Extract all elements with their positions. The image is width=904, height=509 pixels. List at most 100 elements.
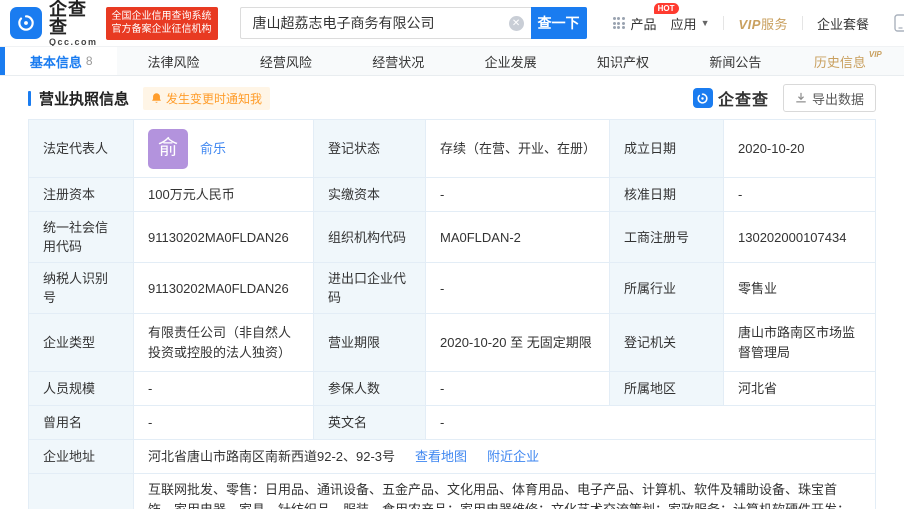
field-label-business-registration-number: 工商注册号 — [610, 212, 724, 263]
section-accent-bar — [28, 90, 31, 106]
business-scope-text: 互联网批发、零售：日用品、通讯设备、五金产品、文化用品、体育用品、电子产品、计算… — [148, 482, 850, 509]
field-label-registered-capital: 注册资本 — [29, 178, 134, 212]
section-title: 营业执照信息 — [39, 90, 130, 108]
tab-history-info[interactable]: 历史信息 VIP — [792, 47, 904, 75]
field-label-business-term: 营业期限 — [314, 314, 426, 372]
nav-vip-suffix: 服务 — [760, 16, 788, 32]
field-value-taxpayer-id: 91130202MA0FLDAN26 — [134, 263, 314, 314]
field-label-establishment-date: 成立日期 — [610, 120, 724, 178]
field-label-organization-code: 组织机构代码 — [314, 212, 426, 263]
field-value-unified-social-credit-code: 91130202MA0FLDAN26 — [134, 212, 314, 263]
change-notify-button[interactable]: 发生变更时通知我 — [143, 86, 271, 110]
nav-package-label: 企业套餐 — [816, 16, 869, 32]
search-input[interactable] — [239, 7, 531, 39]
clear-search-icon[interactable]: ✕ — [508, 15, 524, 31]
chevron-down-icon: ▼ — [700, 18, 710, 28]
tab-operation-risk[interactable]: 经营风险 — [230, 47, 342, 75]
field-value-establishment-date: 2020-10-20 — [724, 120, 876, 178]
download-icon — [796, 92, 806, 103]
tab-company-development[interactable]: 企业发展 — [455, 47, 567, 75]
field-value-english-name: - — [426, 406, 876, 440]
tab-operation-status[interactable]: 经营状况 — [342, 47, 454, 75]
field-label-unified-social-credit-code: 统一社会信用代码 — [29, 212, 134, 263]
company-address-text: 河北省唐山市路南区南新西道92-2、92-3号 — [148, 449, 396, 464]
nearby-companies-link[interactable]: 附近企业 — [487, 447, 539, 466]
nav-vip-label: VIP — [738, 16, 761, 32]
field-value-import-export-code: - — [426, 263, 610, 314]
tab-basic-info[interactable]: 基本信息 8 — [5, 47, 118, 75]
field-value-former-name: - — [134, 406, 314, 440]
brand-name: 企查查 — [49, 0, 87, 37]
legal-rep-avatar[interactable]: 俞 — [148, 128, 188, 169]
field-label-approval-date: 核准日期 — [610, 178, 724, 212]
qcc-watermark-icon — [692, 88, 713, 108]
field-value-registration-authority: 唐山市路南区市场监督管理局 — [724, 314, 876, 372]
qcc-watermark: 企查查 — [692, 86, 769, 110]
field-label-insured-persons: 参保人数 — [314, 372, 426, 406]
field-value-legal-representative: 俞 俞乐 — [134, 120, 314, 178]
field-value-approval-date: - — [724, 178, 876, 212]
field-value-insured-persons: - — [426, 372, 610, 406]
field-value-business-registration-number: 130202000107434 — [724, 212, 876, 263]
divider — [801, 16, 803, 30]
legal-rep-name-link[interactable]: 俞乐 — [200, 139, 226, 158]
field-value-company-type: 有限责任公司（非自然人投资或控股的法人独资） — [134, 314, 314, 372]
qcc-logo-text: 企查查 Qcc.com — [49, 0, 98, 47]
mobile-phone-icon[interactable] — [893, 14, 904, 32]
field-label-industry: 所属行业 — [610, 263, 724, 314]
apps-grid-icon — [612, 17, 625, 29]
company-search: ✕ 查一下 — [239, 7, 587, 39]
field-value-registered-capital: 100万元人民币 — [134, 178, 314, 212]
field-label-english-name: 英文名 — [314, 406, 426, 440]
vip-superscript: VIP — [868, 50, 882, 59]
nav-apps-label: 应用 — [670, 16, 697, 32]
export-data-button[interactable]: 导出数据 — [782, 84, 876, 112]
field-label-paid-in-capital: 实缴资本 — [314, 178, 426, 212]
field-label-registration-status: 登记状态 — [314, 120, 426, 178]
field-label-staff-size: 人员规模 — [29, 372, 134, 406]
tab-legal-risk[interactable]: 法律风险 — [117, 47, 229, 75]
view-map-link[interactable]: 查看地图 — [415, 447, 467, 466]
field-label-legal-representative: 法定代表人 — [29, 120, 134, 178]
search-button[interactable]: 查一下 — [530, 7, 587, 39]
qcc-logo[interactable]: 企查查 Qcc.com — [10, 0, 98, 47]
top-nav-links: 产品 HOT 应用 ▼ VIP服务 企业套餐 — [612, 2, 904, 38]
nav-product-label: 产品 — [630, 16, 657, 32]
nav-product[interactable]: 产品 HOT — [612, 2, 679, 33]
business-license-table: 法定代表人 俞 俞乐 登记状态 存续（在营、开业、在册） 成立日期 2020-1… — [28, 119, 876, 509]
qcc-logo-icon — [10, 7, 42, 39]
field-label-registration-authority: 登记机关 — [610, 314, 724, 372]
divider — [723, 16, 725, 30]
nav-vip-service[interactable]: VIP服务 — [738, 14, 787, 33]
nav-enterprise-package[interactable]: 企业套餐 — [817, 14, 869, 33]
field-label-region: 所属地区 — [610, 372, 724, 406]
tab-basic-info-count: 8 — [85, 54, 93, 68]
field-value-region: 河北省 — [724, 372, 876, 406]
nav-apps[interactable]: 应用 ▼ — [671, 14, 710, 33]
license-section-header: 营业执照信息 发生变更时通知我 企查查 导出数据 — [28, 79, 876, 117]
change-notify-label: 发生变更时通知我 — [166, 91, 263, 106]
field-value-industry: 零售业 — [724, 263, 876, 314]
field-value-paid-in-capital: - — [426, 178, 610, 212]
tab-news-announcements[interactable]: 新闻公告 — [679, 47, 791, 75]
certification-line1: 全国企业信用查询系统 — [111, 10, 212, 22]
field-label-taxpayer-id: 纳税人识别号 — [29, 263, 134, 314]
field-value-staff-size: - — [134, 372, 314, 406]
main-content: 营业执照信息 发生变更时通知我 企查查 导出数据 法定代表人 俞 俞乐 登记状态… — [0, 79, 904, 509]
certification-badge: 全国企业信用查询系统 官方备案企业征信机构 — [105, 6, 218, 40]
qcc-company-page: 企查查 Qcc.com 全国企业信用查询系统 官方备案企业征信机构 ✕ 查一下 … — [0, 0, 904, 509]
bell-icon — [152, 93, 161, 103]
field-value-business-scope: 互联网批发、零售：日用品、通讯设备、五金产品、文化用品、体育用品、电子产品、计算… — [134, 474, 876, 509]
tab-intellectual-property[interactable]: 知识产权 — [567, 47, 679, 75]
field-label-import-export-code: 进出口企业代码 — [314, 263, 426, 314]
qcc-watermark-text: 企查查 — [717, 92, 769, 109]
section-tabbar: 基本信息 8 法律风险 经营风险 经营状况 企业发展 知识产权 新闻公告 历史信… — [0, 46, 904, 76]
certification-line2: 官方备案企业征信机构 — [111, 24, 212, 35]
export-data-label: 导出数据 — [811, 91, 864, 107]
top-navbar: 企查查 Qcc.com 全国企业信用查询系统 官方备案企业征信机构 ✕ 查一下 … — [0, 0, 904, 46]
field-label-company-type: 企业类型 — [29, 314, 134, 372]
field-value-business-term: 2020-10-20 至 无固定期限 — [426, 314, 610, 372]
field-label-former-name: 曾用名 — [29, 406, 134, 440]
hot-badge: HOT — [653, 2, 679, 14]
field-label-business-scope: 经营范围 — [29, 474, 134, 509]
